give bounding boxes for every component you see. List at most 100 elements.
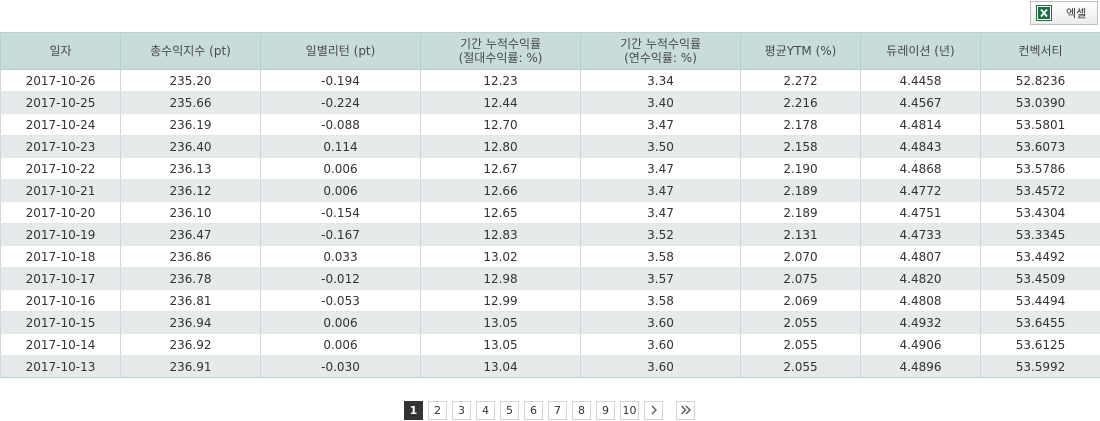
table-row: 2017-10-26 235.20 -0.194 12.23 3.34 2.272 4.44…: [0, 69, 1100, 92]
cell-cumulative-annual-return: 3.58: [580, 289, 741, 312]
page-9-button[interactable]: 9: [596, 400, 615, 420]
next-page-button[interactable]: [644, 400, 663, 420]
page-7-button[interactable]: 7: [548, 400, 567, 420]
cell-daily-return: -0.167: [260, 223, 421, 246]
cell-total-return-index: 236.10: [120, 201, 261, 224]
table-row: 2017-10-19 236.47 -0.167 12.83 3.52 2.131 4.47…: [0, 223, 1100, 246]
cell-date: 2017-10-14: [0, 333, 121, 356]
cell-total-return-index: 236.40: [120, 135, 261, 158]
column-header-label: 컨벡서티: [1018, 44, 1063, 58]
column-header-total-return-index: 총수익지수 (pt): [120, 32, 261, 70]
cell-duration: 4.4733: [860, 223, 981, 246]
cell-total-return-index: 236.78: [120, 267, 261, 290]
last-page-button[interactable]: [676, 400, 695, 420]
cell-cumulative-annual-return: 3.52: [580, 223, 741, 246]
page-3-button[interactable]: 3: [452, 400, 471, 420]
cell-duration: 4.4868: [860, 157, 981, 180]
cell-cumulative-absolute-return: 12.98: [420, 267, 581, 290]
cell-total-return-index: 236.94: [120, 311, 261, 334]
page-4-button[interactable]: 4: [476, 400, 495, 420]
cell-daily-return: -0.154: [260, 201, 421, 224]
column-header-label: 기간 누적수익률: [619, 37, 702, 51]
cell-duration: 4.4458: [860, 69, 981, 92]
cell-date: 2017-10-17: [0, 267, 121, 290]
cell-total-return-index: 236.92: [120, 333, 261, 356]
cell-date: 2017-10-13: [0, 355, 121, 378]
table-row: 2017-10-24 236.19 -0.088 12.70 3.47 2.178 4.48…: [0, 113, 1100, 136]
cell-convexity: 53.6125: [980, 333, 1100, 356]
cell-cumulative-annual-return: 3.58: [580, 245, 741, 268]
column-header-daily-return: 일별리턴 (pt): [260, 32, 421, 70]
cell-date: 2017-10-24: [0, 113, 121, 136]
cell-cumulative-annual-return: 3.50: [580, 135, 741, 158]
excel-download-button[interactable]: 엑셀: [1030, 1, 1098, 25]
cell-cumulative-absolute-return: 13.05: [420, 333, 581, 356]
cell-cumulative-absolute-return: 12.44: [420, 91, 581, 114]
cell-date: 2017-10-25: [0, 91, 121, 114]
cell-average-ytm: 2.131: [740, 223, 861, 246]
cell-daily-return: 0.006: [260, 157, 421, 180]
column-header-convexity: 컨벡서티: [980, 32, 1100, 70]
cell-daily-return: -0.012: [260, 267, 421, 290]
page-10-button[interactable]: 10: [620, 400, 639, 420]
cell-total-return-index: 236.91: [120, 355, 261, 378]
column-header-sublabel: (연수익률: %): [624, 51, 697, 65]
column-header-label: 평균YTM (%): [764, 44, 837, 58]
cell-cumulative-annual-return: 3.60: [580, 311, 741, 334]
cell-cumulative-absolute-return: 12.70: [420, 113, 581, 136]
cell-date: 2017-10-23: [0, 135, 121, 158]
column-header-sublabel: (절대수익률: %): [458, 51, 543, 65]
bond-index-page: 엑셀 일자 총수익지수 (pt) 일별리턴 (pt) 기간 누적수익률 (절대수익률: …: [0, 0, 1100, 421]
cell-cumulative-absolute-return: 12.99: [420, 289, 581, 312]
cell-cumulative-absolute-return: 12.23: [420, 69, 581, 92]
cell-date: 2017-10-18: [0, 245, 121, 268]
cell-convexity: 52.8236: [980, 69, 1100, 92]
cell-total-return-index: 236.86: [120, 245, 261, 268]
column-header-label: 기간 누적수익률: [459, 37, 542, 51]
table-row: 2017-10-22 236.13 0.006 12.67 3.47 2.190 4.486…: [0, 157, 1100, 180]
page-6-button[interactable]: 6: [524, 400, 543, 420]
column-header-label: 일자: [49, 44, 72, 58]
column-header-label: 일별리턴 (pt): [305, 44, 376, 58]
cell-average-ytm: 2.272: [740, 69, 861, 92]
pagination: 1 2 3 4 5 6 7 8 9 10: [404, 400, 700, 420]
cell-average-ytm: 2.070: [740, 245, 861, 268]
page-1-button[interactable]: 1: [404, 400, 423, 420]
table-row: 2017-10-25 235.66 -0.224 12.44 3.40 2.216 4.45…: [0, 91, 1100, 114]
cell-convexity: 53.4304: [980, 201, 1100, 224]
page-5-button[interactable]: 5: [500, 400, 519, 420]
cell-convexity: 53.6073: [980, 135, 1100, 158]
cell-daily-return: -0.194: [260, 69, 421, 92]
cell-cumulative-annual-return: 3.47: [580, 201, 741, 224]
cell-convexity: 53.0390: [980, 91, 1100, 114]
page-8-button[interactable]: 8: [572, 400, 591, 420]
cell-total-return-index: 236.81: [120, 289, 261, 312]
cell-average-ytm: 2.075: [740, 267, 861, 290]
cell-daily-return: -0.088: [260, 113, 421, 136]
cell-date: 2017-10-26: [0, 69, 121, 92]
table-row: 2017-10-18 236.86 0.033 13.02 3.58 2.070 4.480…: [0, 245, 1100, 268]
cell-cumulative-absolute-return: 12.66: [420, 179, 581, 202]
cell-total-return-index: 236.47: [120, 223, 261, 246]
cell-cumulative-annual-return: 3.40: [580, 91, 741, 114]
chevron-right-icon: [651, 405, 657, 415]
cell-duration: 4.4820: [860, 267, 981, 290]
cell-daily-return: 0.006: [260, 333, 421, 356]
cell-convexity: 53.5992: [980, 355, 1100, 378]
table-body: 2017-10-26 235.20 -0.194 12.23 3.34 2.272 4.44…: [0, 69, 1100, 378]
page-2-button[interactable]: 2: [428, 400, 447, 420]
table-row: 2017-10-15 236.94 0.006 13.05 3.60 2.055 4.493…: [0, 311, 1100, 334]
cell-average-ytm: 2.178: [740, 113, 861, 136]
cell-average-ytm: 2.189: [740, 179, 861, 202]
cell-convexity: 53.4494: [980, 289, 1100, 312]
column-header-average-ytm: 평균YTM (%): [740, 32, 861, 70]
cell-convexity: 53.5801: [980, 113, 1100, 136]
table-row: 2017-10-23 236.40 0.114 12.80 3.50 2.158 4.484…: [0, 135, 1100, 158]
cell-average-ytm: 2.055: [740, 355, 861, 378]
cell-daily-return: 0.033: [260, 245, 421, 268]
cell-duration: 4.4814: [860, 113, 981, 136]
cell-duration: 4.4932: [860, 311, 981, 334]
table-row: 2017-10-14 236.92 0.006 13.05 3.60 2.055 4.490…: [0, 333, 1100, 356]
cell-convexity: 53.4509: [980, 267, 1100, 290]
cell-date: 2017-10-15: [0, 311, 121, 334]
